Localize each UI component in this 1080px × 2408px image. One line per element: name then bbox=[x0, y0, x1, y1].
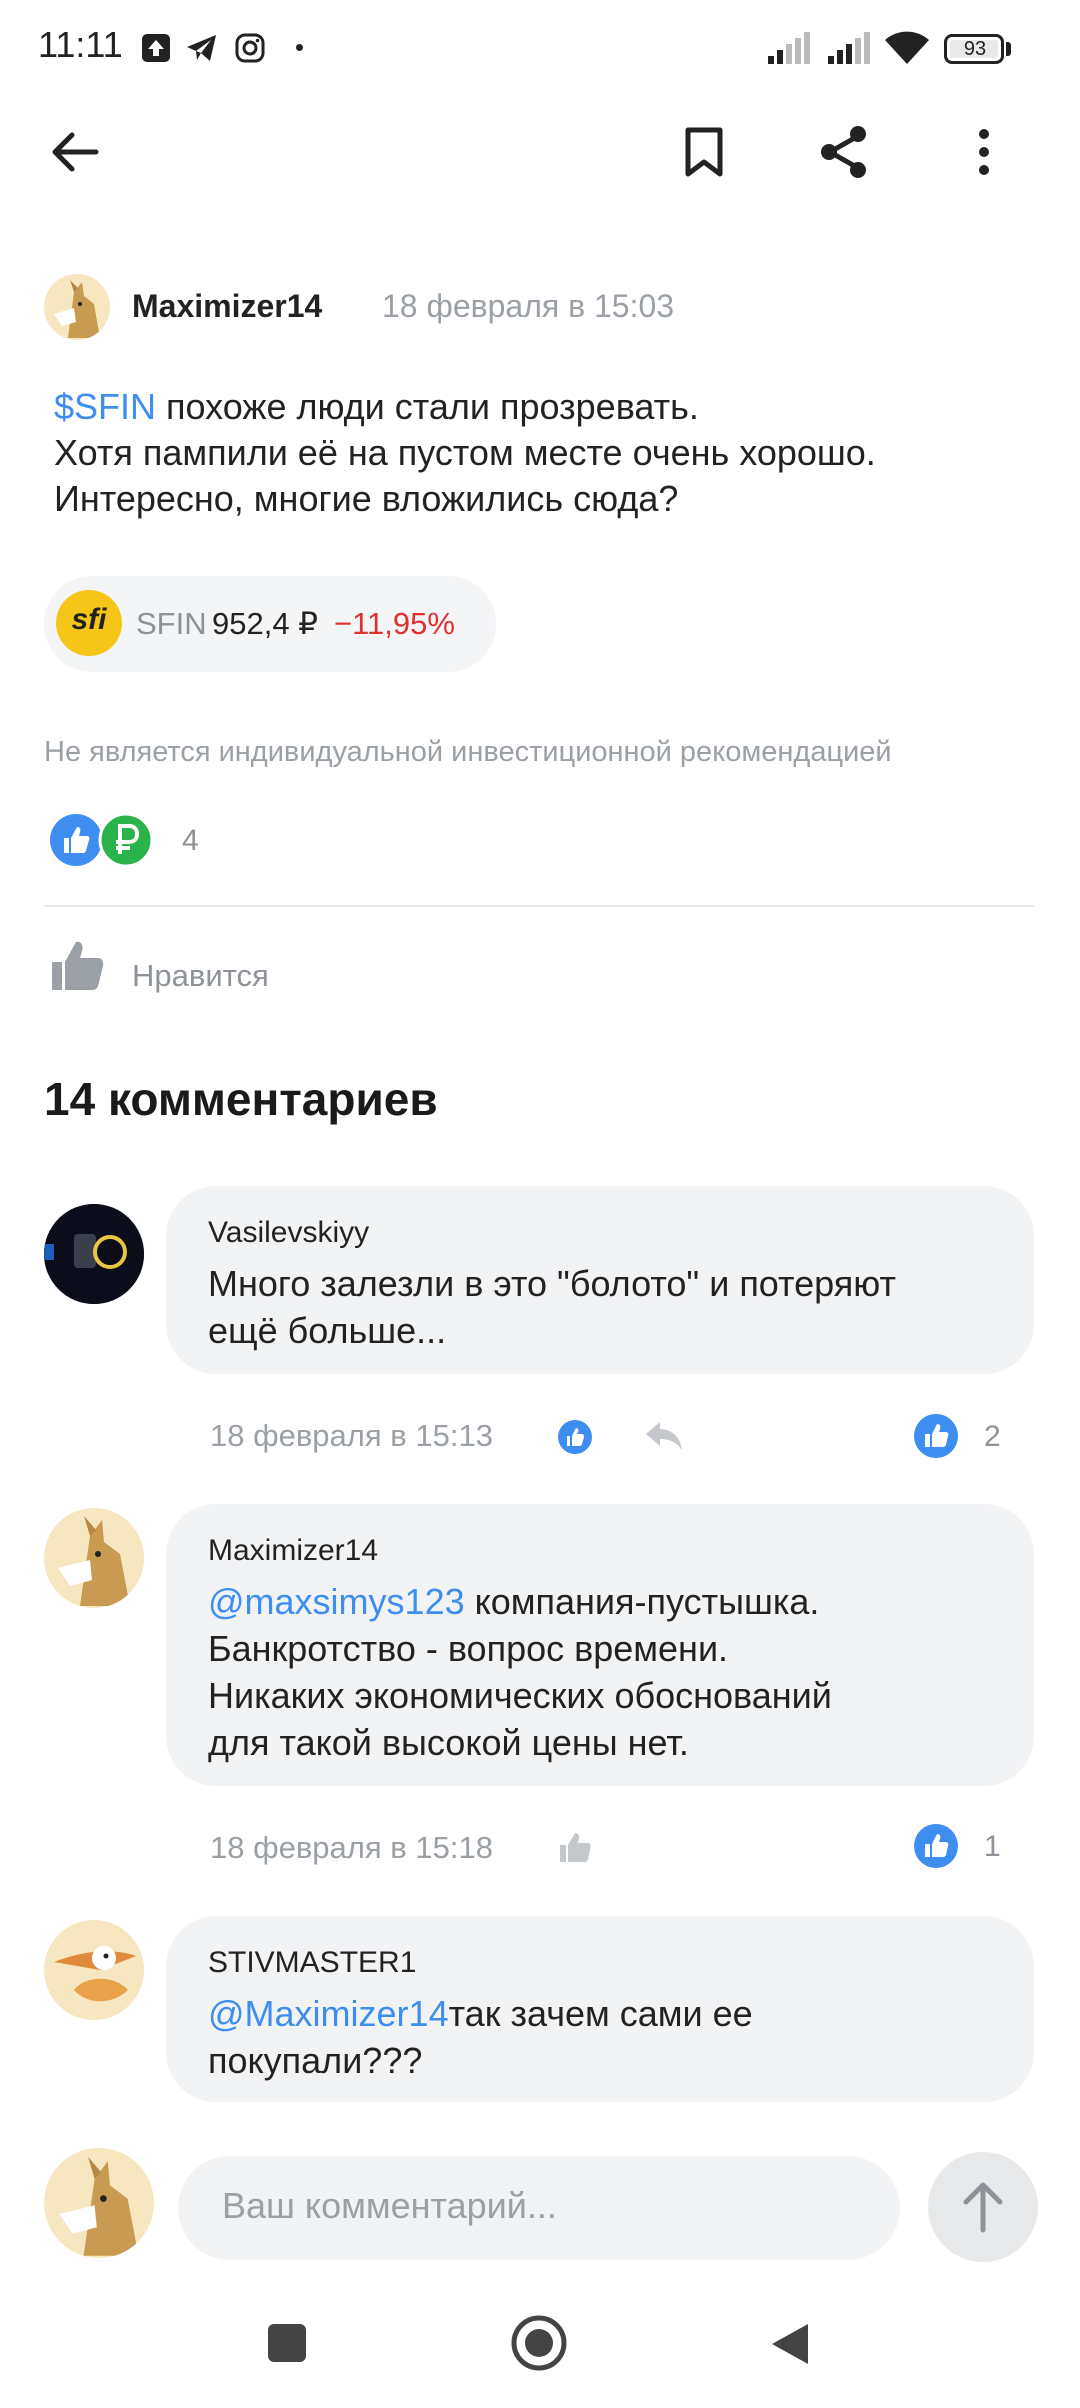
reply-icon[interactable] bbox=[644, 1418, 684, 1454]
sfin-logo: sfi bbox=[56, 590, 122, 656]
comment-line: Никаких экономических обоснований bbox=[208, 1675, 832, 1716]
more-options-icon[interactable] bbox=[952, 120, 1016, 184]
divider bbox=[44, 905, 1034, 907]
post-author-name[interactable]: Maximizer14 bbox=[132, 288, 322, 325]
mention-link[interactable]: @maxsimys123 bbox=[208, 1581, 465, 1622]
nav-home-button[interactable] bbox=[510, 2314, 568, 2372]
dog-avatar-icon bbox=[59, 2156, 139, 2256]
pelican-avatar-icon bbox=[54, 1946, 136, 2002]
battery-icon: 93 bbox=[944, 34, 1004, 64]
mention-link[interactable]: @Maximizer14 bbox=[208, 1993, 449, 2034]
nav-recents-button[interactable] bbox=[268, 2324, 306, 2362]
comment-input-container[interactable] bbox=[178, 2156, 900, 2260]
battery-tip bbox=[1006, 42, 1011, 56]
comment-like-icon[interactable] bbox=[912, 1412, 960, 1460]
comment-line: ещё больше... bbox=[208, 1310, 447, 1351]
comment-line: покупали??? bbox=[208, 2040, 423, 2081]
disclaimer: Не является индивидуальной инвестиционно… bbox=[44, 736, 892, 768]
comment-input[interactable] bbox=[220, 2184, 864, 2228]
send-button[interactable] bbox=[928, 2152, 1038, 2262]
like-button-label[interactable]: Нравится bbox=[132, 958, 269, 994]
post-text: $SFIN похоже люди стали прозревать. Хотя… bbox=[54, 384, 1054, 522]
comment-author[interactable]: STIVMASTER1 bbox=[208, 1946, 416, 1980]
comment-like-count: 2 bbox=[984, 1420, 1001, 1453]
back-arrow-icon[interactable] bbox=[44, 120, 108, 184]
comment-line: компания-пустышка. bbox=[464, 1581, 820, 1622]
comments-title: 14 комментариев bbox=[44, 1073, 438, 1125]
post-line1: похоже люди стали прозревать. bbox=[156, 386, 699, 427]
instagram-icon bbox=[235, 33, 265, 63]
post-line2: Хотя пампили её на пустом месте очень хо… bbox=[54, 432, 876, 473]
telegram-icon bbox=[187, 35, 216, 61]
comment-avatar[interactable] bbox=[44, 1920, 144, 2020]
signal-icon bbox=[768, 32, 810, 64]
sfin-logo-text: sfi bbox=[71, 603, 107, 636]
signal-icon-2 bbox=[828, 32, 870, 64]
wifi-icon bbox=[885, 31, 929, 64]
battery-level: 93 bbox=[963, 38, 987, 60]
device-avatar-icon bbox=[44, 1204, 144, 1304]
comment-date: 18 февраля в 15:18 bbox=[210, 1830, 493, 1865]
reactions-count[interactable]: 4 bbox=[182, 824, 199, 858]
instrument-ticker: SFIN bbox=[136, 606, 207, 641]
dog-avatar-icon bbox=[54, 280, 100, 338]
ticker-link[interactable]: $SFIN bbox=[54, 386, 156, 427]
arrow-up-icon bbox=[963, 2182, 1003, 2233]
comment-avatar[interactable] bbox=[44, 1508, 144, 1608]
upload-notification-icon bbox=[142, 34, 170, 62]
thumbs-up-icon[interactable] bbox=[48, 936, 106, 994]
share-icon[interactable] bbox=[812, 120, 876, 184]
comment-text: Много залезли в это "болото" и потеряют … bbox=[208, 1260, 1008, 1354]
thumbs-up-small-icon[interactable] bbox=[556, 1828, 594, 1866]
instrument-chip[interactable]: sfi SFIN 952,4 ₽ −11,95% bbox=[44, 576, 496, 672]
post-author-avatar[interactable] bbox=[44, 274, 110, 340]
status-time: 11:11 bbox=[38, 24, 123, 65]
nav-back-button[interactable] bbox=[764, 2318, 816, 2370]
comment-bubble[interactable]: STIVMASTER1 @Maximizer14так зачем сами е… bbox=[166, 1916, 1034, 2102]
like-reaction-icon[interactable] bbox=[48, 812, 104, 868]
comment-text: @maxsimys123 компания-пустышка. Банкротс… bbox=[208, 1578, 1008, 1766]
more-notifications-dot bbox=[296, 44, 303, 51]
comment-avatar[interactable] bbox=[44, 1204, 144, 1304]
comment-line: Банкротство - вопрос времени. bbox=[208, 1628, 729, 1669]
comment-like-icon[interactable] bbox=[912, 1822, 960, 1870]
comment-bubble[interactable]: Vasilevskiyy Много залезли в это "болото… bbox=[166, 1186, 1034, 1374]
post-line3: Интересно, многие вложились сюда? bbox=[54, 478, 679, 519]
comment-text: @Maximizer14так зачем сами ее покупали??… bbox=[208, 1990, 1008, 2084]
comment-date: 18 февраля в 15:13 bbox=[210, 1418, 493, 1453]
comment-like-count: 1 bbox=[984, 1830, 1001, 1863]
ruble-reaction-icon[interactable] bbox=[98, 812, 154, 868]
small-like-reaction-icon[interactable] bbox=[556, 1418, 594, 1456]
comment-bubble[interactable]: Maximizer14 @maxsimys123 компания-пустыш… bbox=[166, 1504, 1034, 1786]
instrument-change: −11,95% bbox=[334, 606, 455, 641]
instrument-price: 952,4 ₽ bbox=[212, 606, 318, 641]
comment-line: так зачем сами ее bbox=[448, 1993, 753, 2034]
comment-author[interactable]: Vasilevskiyy bbox=[208, 1216, 369, 1250]
post-date: 18 февраля в 15:03 bbox=[382, 288, 675, 324]
comment-author[interactable]: Maximizer14 bbox=[208, 1534, 378, 1568]
dog-avatar-icon bbox=[58, 1516, 130, 1606]
comment-line: для такой высокой цены нет. bbox=[208, 1722, 689, 1763]
comment-line: Много залезли в это "болото" и потеряют bbox=[208, 1263, 896, 1304]
bookmark-icon[interactable] bbox=[672, 120, 736, 184]
current-user-avatar bbox=[44, 2148, 154, 2258]
